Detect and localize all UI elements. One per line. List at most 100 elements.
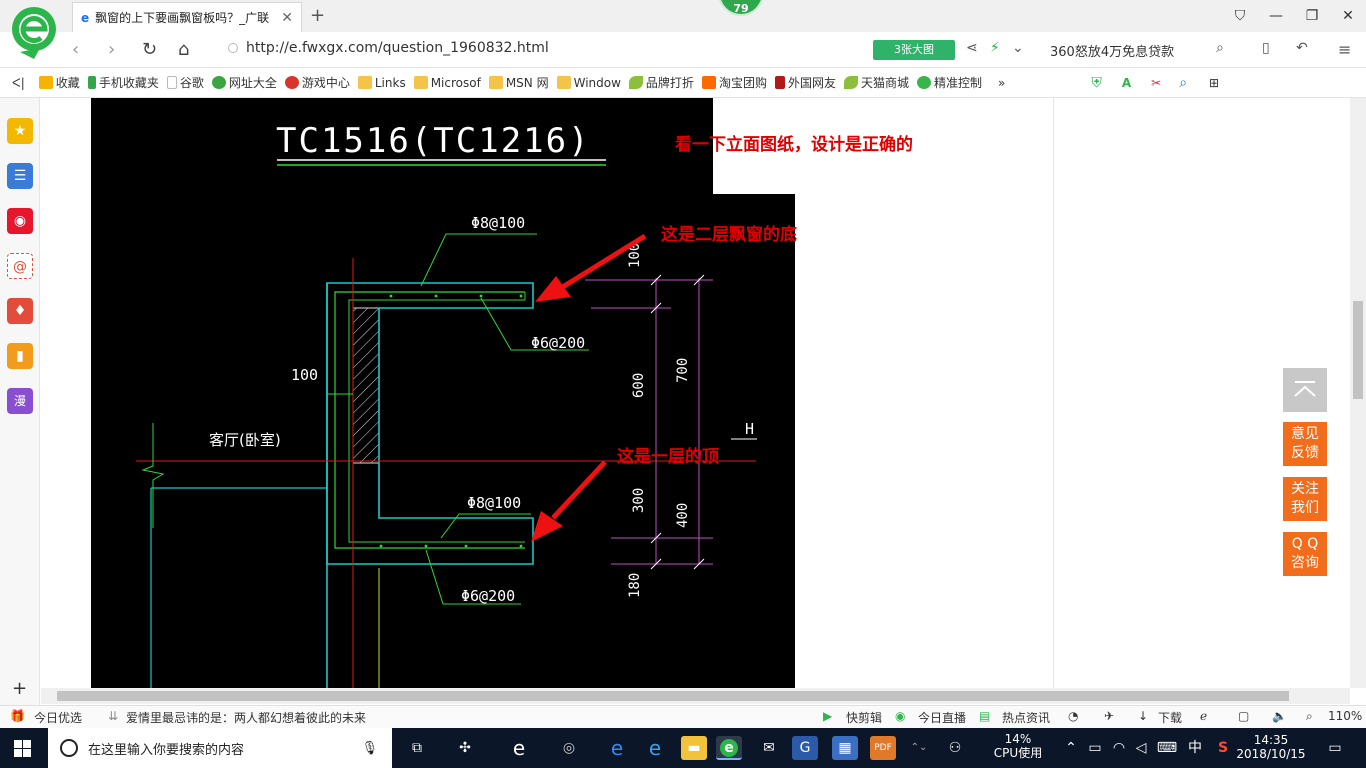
search-icon[interactable]: ⌕: [1216, 40, 1224, 56]
ime-indicator[interactable]: 中: [1182, 736, 1208, 760]
url-field[interactable]: http://e.fwxgx.com/question_1960832.html: [228, 40, 549, 56]
follow-us-button[interactable]: 关注我们: [1283, 477, 1327, 521]
bookmark-item[interactable]: 网址大全: [211, 74, 277, 91]
mobile-icon[interactable]: ▯: [1262, 40, 1270, 56]
quick-edit-link[interactable]: 快剪辑: [846, 709, 882, 726]
search-tool-icon[interactable]: ⌕: [1179, 75, 1187, 91]
chevron-down-icon[interactable]: ⌄: [1012, 40, 1024, 56]
favorites-icon[interactable]: ★: [7, 118, 33, 144]
battery-icon[interactable]: ▭: [1082, 736, 1108, 760]
back-button[interactable]: ‹: [72, 38, 79, 62]
calendar-app-icon[interactable]: ▦: [832, 736, 858, 760]
volume-icon[interactable]: ◁: [1128, 736, 1154, 760]
scroll-thumb[interactable]: [1353, 301, 1363, 399]
bookmark-item[interactable]: 手机收藏夹: [87, 74, 159, 91]
apps-icon[interactable]: ⊞: [1209, 76, 1219, 90]
window-icon[interactable]: ▢: [1238, 709, 1249, 723]
weibo-icon[interactable]: ◉: [7, 208, 33, 234]
tab-active[interactable]: e 飘窗的上下要画飘窗板吗？_广联 ✕: [72, 2, 302, 32]
pdf-app-icon[interactable]: PDF: [870, 736, 896, 760]
windows-start-icon[interactable]: [14, 740, 31, 757]
bookmark-item[interactable]: Microsof: [413, 76, 481, 90]
task-view-icon[interactable]: ⧉: [404, 736, 430, 760]
headline-link[interactable]: 爱情里最忌讳的是：两人都幻想着彼此的未来: [126, 709, 366, 726]
horizontal-scrollbar[interactable]: [41, 688, 1350, 704]
novel-icon[interactable]: ▮: [7, 343, 33, 369]
shield-icon[interactable]: ⛨: [1091, 75, 1102, 91]
zoom-icon[interactable]: ⌕: [1306, 709, 1313, 724]
live-link[interactable]: 今日直播: [918, 709, 966, 726]
clock[interactable]: 14:35 2018/10/15: [1236, 733, 1306, 761]
bookmark-item[interactable]: 品牌打折: [628, 74, 694, 91]
bookmark-item[interactable]: 淘宝团购: [701, 74, 767, 91]
game-icon[interactable]: ♦: [7, 298, 33, 324]
edge-icon[interactable]: e: [604, 736, 630, 760]
gift-icon: 🎁: [10, 709, 25, 723]
bookmark-item[interactable]: 外国网友: [774, 74, 836, 91]
minimize-button[interactable]: —: [1258, 0, 1294, 32]
taskbar-search-box[interactable]: 在这里输入你要搜索的内容 🎙: [48, 728, 392, 768]
keyboard-icon[interactable]: ⌨: [1154, 736, 1180, 760]
bookmark-item[interactable]: MSN 网: [488, 74, 549, 91]
bookmark-item[interactable]: Window: [556, 76, 621, 90]
speed-icon[interactable]: ⚡: [990, 40, 1000, 56]
news-icon[interactable]: ☰: [7, 163, 33, 189]
shirt-icon[interactable]: ⛉: [1222, 0, 1258, 32]
bookmark-item[interactable]: 收藏: [38, 74, 80, 91]
internet-explorer-icon[interactable]: e: [642, 736, 668, 760]
restore-button[interactable]: ❐: [1294, 0, 1330, 32]
browser-logo-icon[interactable]: [10, 6, 58, 60]
forward-button[interactable]: ›: [108, 38, 115, 62]
translate-icon[interactable]: A: [1122, 76, 1131, 90]
feedback-button[interactable]: 意见反馈: [1283, 422, 1327, 466]
show-hidden-icons[interactable]: ⌃: [1058, 736, 1084, 760]
microphone-icon[interactable]: 🎙: [361, 741, 378, 756]
360-browser-icon[interactable]: e: [716, 736, 742, 760]
hot-news-link[interactable]: 热点资讯: [1002, 709, 1050, 726]
bookmark-item[interactable]: Links: [357, 76, 406, 90]
pin-icon[interactable]: ✈: [1104, 709, 1114, 723]
bookmark-item[interactable]: 天猫商城: [843, 74, 909, 91]
more-bookmarks-icon[interactable]: »: [998, 76, 1005, 90]
ie-mode-icon[interactable]: ℯ: [1200, 709, 1207, 723]
swirl-icon[interactable]: ◎: [556, 736, 582, 760]
notification-badge[interactable]: 79: [718, 0, 764, 16]
close-tab-icon[interactable]: ✕: [281, 10, 293, 26]
people-icon[interactable]: ⚇: [942, 736, 968, 760]
zoom-level[interactable]: 110%: [1328, 709, 1362, 723]
home-button[interactable]: ⌂: [178, 38, 189, 62]
share-icon[interactable]: ⋖: [966, 40, 978, 56]
notifications-icon[interactable]: ▭: [1322, 736, 1348, 760]
undo-icon[interactable]: ↶: [1296, 40, 1308, 56]
add-icon[interactable]: +: [12, 678, 27, 699]
scissors-icon[interactable]: ✂: [1151, 76, 1161, 90]
scroll-thumb[interactable]: [57, 691, 1289, 701]
qq-consult-button[interactable]: Q Q咨询: [1283, 532, 1327, 576]
bookmark-item[interactable]: 精准控制: [916, 74, 982, 91]
bookmark-item[interactable]: 游戏中心: [284, 74, 350, 91]
file-explorer-icon[interactable]: ▬: [681, 736, 707, 760]
taskbar-scroll-icon[interactable]: ⌃⌄: [906, 736, 932, 760]
comic-icon[interactable]: 漫: [7, 388, 33, 414]
volume-icon[interactable]: 🔈: [1272, 709, 1287, 723]
ad-link[interactable]: 360怒放4万免息贷款: [1050, 41, 1174, 60]
mail-icon[interactable]: @: [7, 253, 33, 279]
close-window-button[interactable]: ✕: [1330, 0, 1366, 32]
pinwheel-icon[interactable]: ✣: [452, 736, 478, 760]
speed-icon[interactable]: ◔: [1068, 709, 1078, 723]
menu-icon[interactable]: ≡: [1338, 40, 1351, 59]
sidebar-toggle-icon[interactable]: ᐸ|: [12, 76, 25, 90]
ie-icon[interactable]: e: [506, 736, 532, 760]
mail-app-icon[interactable]: ✉: [756, 736, 782, 760]
refresh-button[interactable]: ↻: [142, 38, 157, 62]
big-image-button[interactable]: 3张大图: [873, 40, 955, 60]
bookmark-item[interactable]: 谷歌: [166, 74, 204, 91]
back-to-top-button[interactable]: [1283, 368, 1327, 412]
sogou-icon[interactable]: G: [792, 736, 818, 760]
sogou-ime-icon[interactable]: S: [1210, 736, 1236, 760]
download-link[interactable]: 下载: [1158, 709, 1182, 726]
cpu-monitor[interactable]: 14% CPU使用: [988, 732, 1048, 760]
new-tab-button[interactable]: +: [310, 5, 325, 26]
vertical-scrollbar[interactable]: [1350, 98, 1366, 688]
today-pick-link[interactable]: 今日优选: [34, 709, 82, 726]
